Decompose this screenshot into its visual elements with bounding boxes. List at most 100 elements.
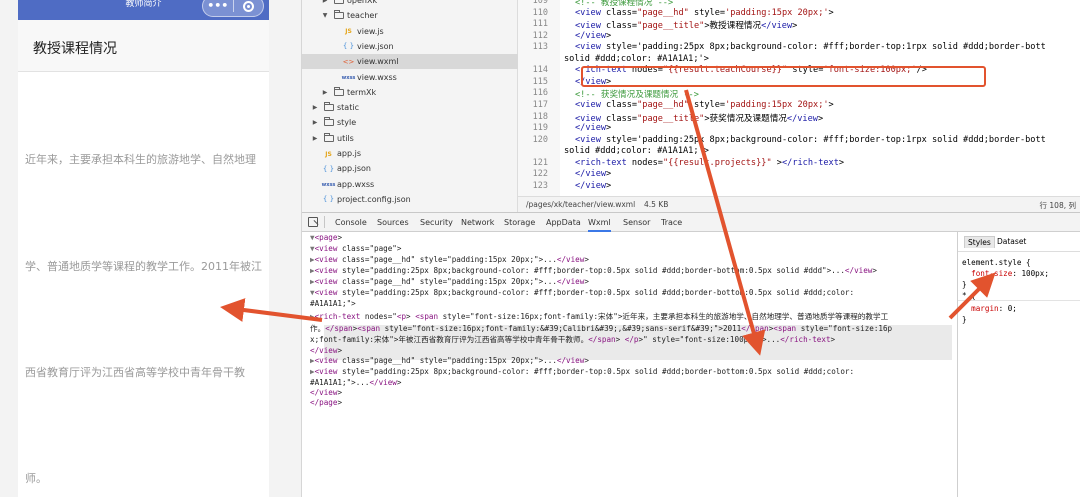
wxml-node[interactable]: </page> xyxy=(310,398,342,407)
wxml-node[interactable]: ▶<view style="padding:25px 8px;backgroun… xyxy=(310,367,854,376)
code-line[interactable]: </view> xyxy=(575,169,611,179)
wxml-node[interactable]: #A1A1A1;"> xyxy=(310,299,356,308)
code-line[interactable]: <!-- 获奖情况及课题情况 --> xyxy=(575,88,699,100)
line-number: 113 xyxy=(532,42,548,53)
tab-security[interactable]: Security xyxy=(420,218,453,227)
file-tree-item[interactable]: wxss view.wxss xyxy=(302,70,518,85)
code-line[interactable]: <view class="page__hd" style='padding:15… xyxy=(575,100,834,110)
collapse-arrow-icon: ▶ xyxy=(312,104,318,112)
file-tree-item[interactable]: ▶ openXk xyxy=(302,0,518,8)
wxml-node[interactable]: ▼<page> xyxy=(310,233,342,242)
line-number: 115 xyxy=(532,76,548,87)
wxml-tree[interactable]: ▼<page> ▼<view class="page"> ▶<view clas… xyxy=(302,232,957,497)
folder-icon xyxy=(330,86,347,97)
style-rule-line: * { xyxy=(962,291,976,300)
collapse-arrow-icon: ▶ xyxy=(312,119,318,127)
capsule-menu[interactable]: ••• xyxy=(202,0,264,17)
wxml-node[interactable]: 作。</span><span style="font-size:16px;fon… xyxy=(310,323,892,334)
wxss-file-icon: wxss xyxy=(341,75,356,81)
wxml-node[interactable]: ▼<view style="padding:25px 8px;backgroun… xyxy=(310,288,854,297)
code-editor[interactable]: 109 <!-- 教授课程情况 --> 110 <view class="page__… xyxy=(518,0,1080,212)
line-number: 117 xyxy=(532,99,548,110)
code-line[interactable]: solid #ddd;color: #A1A1A1;'> xyxy=(564,54,709,64)
collapse-arrow-icon: ▶ xyxy=(322,88,328,96)
code-line[interactable]: <view style='padding:25px 8px;background… xyxy=(575,42,1046,52)
code-line[interactable]: solid #ddd;color: #A1A1A1;'> xyxy=(564,146,709,156)
file-tree-item[interactable]: { } view.json xyxy=(302,39,518,54)
file-tree-item[interactable]: <> view.wxml xyxy=(302,54,518,70)
file-tree-item[interactable]: wxss app.wxss xyxy=(302,177,518,192)
tab-sensor[interactable]: Sensor xyxy=(623,218,650,227)
js-file-icon: JS xyxy=(345,28,352,36)
file-tree-label: termXk xyxy=(347,87,377,97)
wxml-node[interactable]: ▶<view class="page__hd" style="padding:1… xyxy=(310,277,589,286)
file-tree-label: utils xyxy=(337,133,354,143)
line-number: 109 xyxy=(532,0,548,6)
line-number: 120 xyxy=(532,134,548,145)
code-line[interactable]: <view class="page__title">获奖情况及课题情况</vie… xyxy=(575,112,823,124)
folder-icon xyxy=(320,102,337,112)
tab-dataset[interactable]: Dataset xyxy=(994,236,1029,247)
code-line[interactable]: <view class="page__title">教授课程情况</view> xyxy=(575,19,797,31)
wxml-node[interactable]: ▶<view class="page__hd" style="padding:1… xyxy=(310,356,589,365)
file-tree-item[interactable]: { } app.json xyxy=(302,161,518,176)
wxml-node[interactable]: </view> xyxy=(310,388,342,397)
editor-status-bar: /pages/xk/teacher/view.wxml 4.5 KB 行 108… xyxy=(518,196,1080,212)
file-tree-item[interactable]: ▶ termXk xyxy=(302,85,518,100)
file-tree-item[interactable]: ▼ teacher xyxy=(302,8,518,23)
file-tree-label: view.wxml xyxy=(357,57,399,67)
phone-navigation-bar: 教师简介 ••• xyxy=(18,0,269,20)
cursor-position: 行 108, 列 xyxy=(1039,201,1076,210)
file-tree-label: style xyxy=(337,118,357,128)
tab-network[interactable]: Network xyxy=(461,218,494,227)
style-rule-line: } xyxy=(962,280,967,289)
tab-styles[interactable]: Styles xyxy=(964,236,995,248)
line-number: 119 xyxy=(532,123,548,134)
wxml-node[interactable]: ▶<rich-text nodes="<p> <span style="font… xyxy=(310,311,888,322)
file-tree-label: app.wxss xyxy=(337,179,375,189)
file-path: /pages/xk/teacher/view.wxml xyxy=(526,200,636,209)
file-tree-item[interactable]: ▶ static xyxy=(302,100,518,115)
expand-arrow-icon: ▼ xyxy=(322,12,328,20)
styles-tab-bar: Styles Dataset xyxy=(958,232,1080,252)
file-tree-item[interactable]: JS app.js xyxy=(302,146,518,161)
more-icon[interactable]: ••• xyxy=(203,0,233,11)
folder-icon xyxy=(320,117,337,127)
line-number: 123 xyxy=(532,180,548,191)
tab-sources[interactable]: Sources xyxy=(377,218,409,227)
highlight-box xyxy=(581,66,986,87)
code-line[interactable]: </view> xyxy=(575,123,611,133)
wxml-node[interactable]: x;font-family:宋体">年被江西省教育厅评为江西省高等学校中青年骨干… xyxy=(310,334,835,345)
code-line[interactable]: </view> xyxy=(575,31,611,41)
file-tree-item[interactable]: ▶ utils xyxy=(302,131,518,146)
wxml-node[interactable]: </view> xyxy=(310,346,342,355)
code-line[interactable]: <rich-text nodes="{{result.projects}}" >… xyxy=(575,158,844,168)
json-file-icon: { } xyxy=(322,164,335,173)
json-file-icon: { } xyxy=(342,42,355,51)
file-tree-item[interactable]: ▶ style xyxy=(302,115,518,130)
folder-icon xyxy=(320,132,337,143)
wxml-file-icon: <> xyxy=(342,57,355,66)
code-line[interactable]: </view> xyxy=(575,181,611,191)
tab-divider xyxy=(324,216,325,228)
wxml-node[interactable]: #A1A1A1;">...</view> xyxy=(310,378,401,387)
file-tree-label: view.wxss xyxy=(357,72,397,82)
inspect-element-icon[interactable] xyxy=(308,217,318,227)
code-line[interactable]: <view style='padding:25px 8px;background… xyxy=(575,135,1046,145)
file-tree-item[interactable]: JS view.js xyxy=(302,24,518,39)
js-file-icon: JS xyxy=(325,150,332,158)
line-number: 110 xyxy=(532,7,548,18)
wxml-node[interactable]: ▶<view style="padding:25px 8px;backgroun… xyxy=(310,266,877,275)
wxml-node[interactable]: ▼<view class="page"> xyxy=(310,244,401,253)
tab-console[interactable]: Console xyxy=(335,218,367,227)
code-line[interactable]: <view class="page__hd" style='padding:15… xyxy=(575,8,834,18)
close-miniprogram-icon[interactable] xyxy=(234,0,264,12)
tab-storage[interactable]: Storage xyxy=(504,218,535,227)
tab-trace[interactable]: Trace xyxy=(661,218,682,227)
tab-wxml[interactable]: Wxml xyxy=(588,218,611,232)
file-tree-label: teacher xyxy=(347,11,378,21)
tab-appdata[interactable]: AppData xyxy=(546,218,581,227)
wxml-node[interactable]: ▶<view class="page__hd" style="padding:1… xyxy=(310,255,589,264)
line-number: 121 xyxy=(532,157,548,168)
file-tree-item[interactable]: { } project.config.json xyxy=(302,192,518,207)
